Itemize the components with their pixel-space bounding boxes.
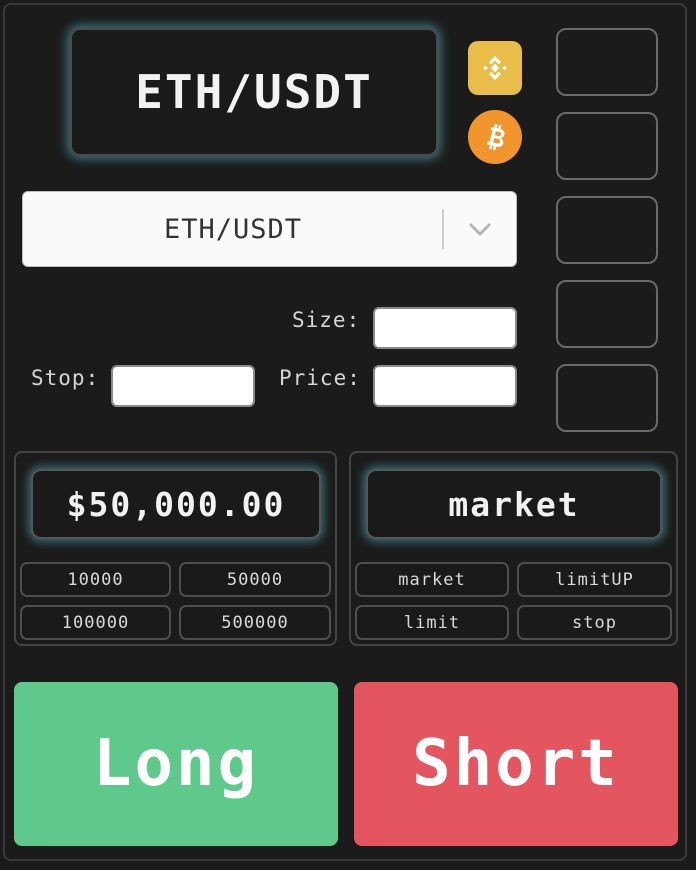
amount-preset-100000[interactable]: 100000 (20, 605, 171, 640)
binance-icon[interactable] (468, 41, 522, 95)
order-type-limit[interactable]: limit (355, 605, 509, 640)
price-label: Price: (279, 366, 361, 390)
stop-input[interactable] (111, 365, 255, 407)
slot-4[interactable] (556, 280, 658, 348)
chevron-down-icon[interactable] (463, 212, 497, 246)
slot-1[interactable] (556, 28, 658, 96)
order-type-limitup[interactable]: limitUP (517, 562, 672, 597)
amount-display: $50,000.00 (31, 469, 321, 539)
order-type-market[interactable]: market (355, 562, 509, 597)
amount-preset-10000[interactable]: 10000 (20, 562, 171, 597)
bitcoin-icon[interactable] (468, 110, 522, 164)
symbol-select-value: ETH/USDT (163, 213, 303, 245)
order-type-stop[interactable]: stop (517, 605, 672, 640)
slot-2[interactable] (556, 112, 658, 180)
stop-label: Stop: (31, 366, 100, 390)
long-button[interactable]: Long (14, 682, 338, 846)
slot-3[interactable] (556, 196, 658, 264)
symbol-select[interactable]: ETH/USDT (22, 191, 517, 267)
short-button[interactable]: Short (354, 682, 678, 846)
pair-display: ETH/USDT (70, 28, 438, 156)
price-input[interactable] (373, 365, 517, 407)
amount-preset-50000[interactable]: 50000 (179, 562, 331, 597)
slot-5[interactable] (556, 364, 658, 432)
size-label: Size: (292, 308, 361, 332)
select-separator (442, 209, 444, 249)
order-type-display: market (366, 469, 662, 539)
size-input[interactable] (373, 307, 517, 349)
amount-preset-500000[interactable]: 500000 (179, 605, 331, 640)
